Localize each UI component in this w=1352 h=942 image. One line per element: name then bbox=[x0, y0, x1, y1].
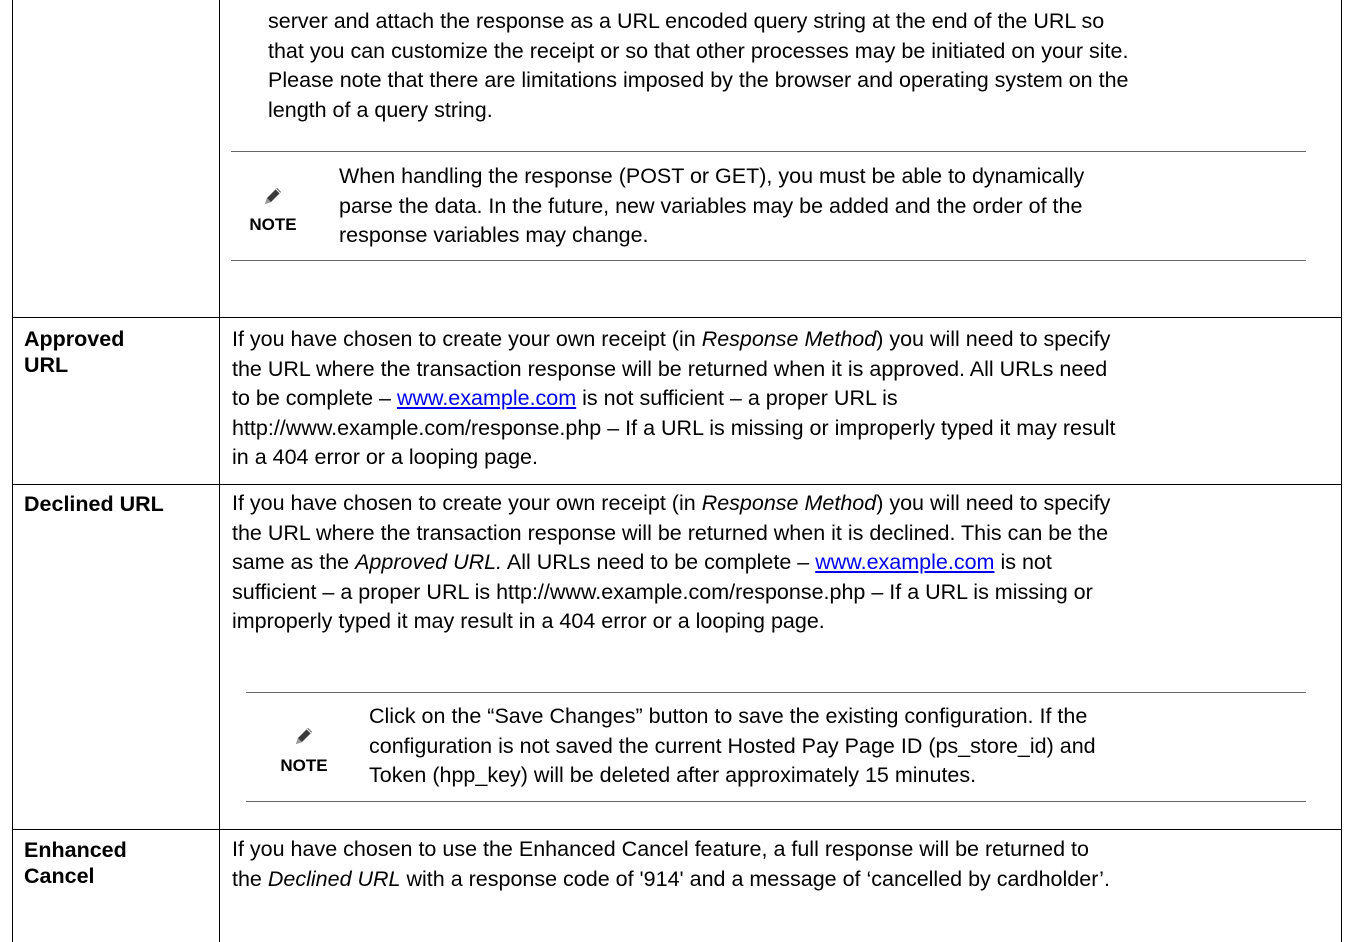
note-line: When handling the response (POST or GET)… bbox=[339, 164, 1085, 188]
term-line: URL bbox=[24, 353, 69, 377]
note-text: Click on the “Save Changes” button to sa… bbox=[369, 702, 1319, 791]
note-label: NOTE bbox=[249, 215, 297, 234]
note-text: When handling the response (POST or GET)… bbox=[339, 162, 1319, 251]
intro-line: server and attach the response as a URL … bbox=[268, 9, 1105, 33]
note-line: configuration is not saved the current H… bbox=[369, 733, 1096, 758]
description-line: improperly typed it may result in a 404 … bbox=[232, 609, 825, 633]
definition-table: server and attach the response as a URL … bbox=[0, 0, 1352, 942]
note-rule-top bbox=[231, 151, 1306, 152]
table-border-right bbox=[1341, 0, 1342, 942]
note-line: Token (hpp_key) will be deleted after ap… bbox=[369, 763, 977, 787]
pencil-icon bbox=[296, 728, 312, 744]
table-border-left bbox=[12, 0, 13, 942]
description-line: in a 404 error or a looping page. bbox=[232, 445, 538, 469]
term-line: Approved bbox=[24, 327, 125, 351]
description-line: If you have chosen to use the Enhanced C… bbox=[232, 837, 1089, 861]
row-divider bbox=[12, 829, 1342, 830]
intro-line: that you can customize the receipt or so… bbox=[268, 38, 1129, 63]
description-line: the URL where the transaction response w… bbox=[232, 356, 1108, 381]
note-line: Click on the “Save Changes” button to sa… bbox=[369, 704, 1088, 728]
term-enhanced-cancel: Enhanced Cancel bbox=[24, 837, 127, 889]
note-line: response variables may change. bbox=[339, 223, 649, 247]
note-line: parse the data. In the future, new varia… bbox=[339, 193, 1083, 218]
term-line: Enhanced bbox=[24, 838, 127, 862]
note-rule-bottom bbox=[231, 260, 1306, 261]
intro-paragraph: server and attach the response as a URL … bbox=[268, 7, 1338, 125]
term-line: Cancel bbox=[24, 864, 95, 888]
note-rule-bottom bbox=[246, 801, 1306, 802]
description-line: http://www.example.com/response.php – If… bbox=[232, 415, 1116, 440]
description-line: sufficient – a proper URL is http://www.… bbox=[232, 579, 1093, 604]
row-divider bbox=[12, 317, 1342, 318]
declined-url-description: If you have chosen to create your own re… bbox=[232, 489, 1337, 637]
intro-line: Please note that there are limitations i… bbox=[268, 68, 1129, 92]
term-approved-url: Approved URL bbox=[24, 326, 124, 378]
approved-url-description: If you have chosen to create your own re… bbox=[232, 325, 1337, 473]
intro-line: length of a query string. bbox=[268, 97, 493, 122]
term-line: Declined URL bbox=[24, 492, 164, 516]
example-link[interactable]: www.example.com bbox=[815, 550, 994, 574]
table-border-middle bbox=[219, 0, 220, 942]
note-label: NOTE bbox=[280, 756, 328, 775]
note-rule-top bbox=[246, 692, 1306, 693]
enhanced-cancel-description: If you have chosen to use the Enhanced C… bbox=[232, 835, 1337, 894]
description-line: the URL where the transaction response w… bbox=[232, 520, 1109, 545]
pencil-icon bbox=[265, 188, 281, 204]
example-link[interactable]: www.example.com bbox=[397, 386, 576, 410]
term-declined-url: Declined URL bbox=[24, 491, 164, 517]
row-divider bbox=[12, 484, 1342, 485]
